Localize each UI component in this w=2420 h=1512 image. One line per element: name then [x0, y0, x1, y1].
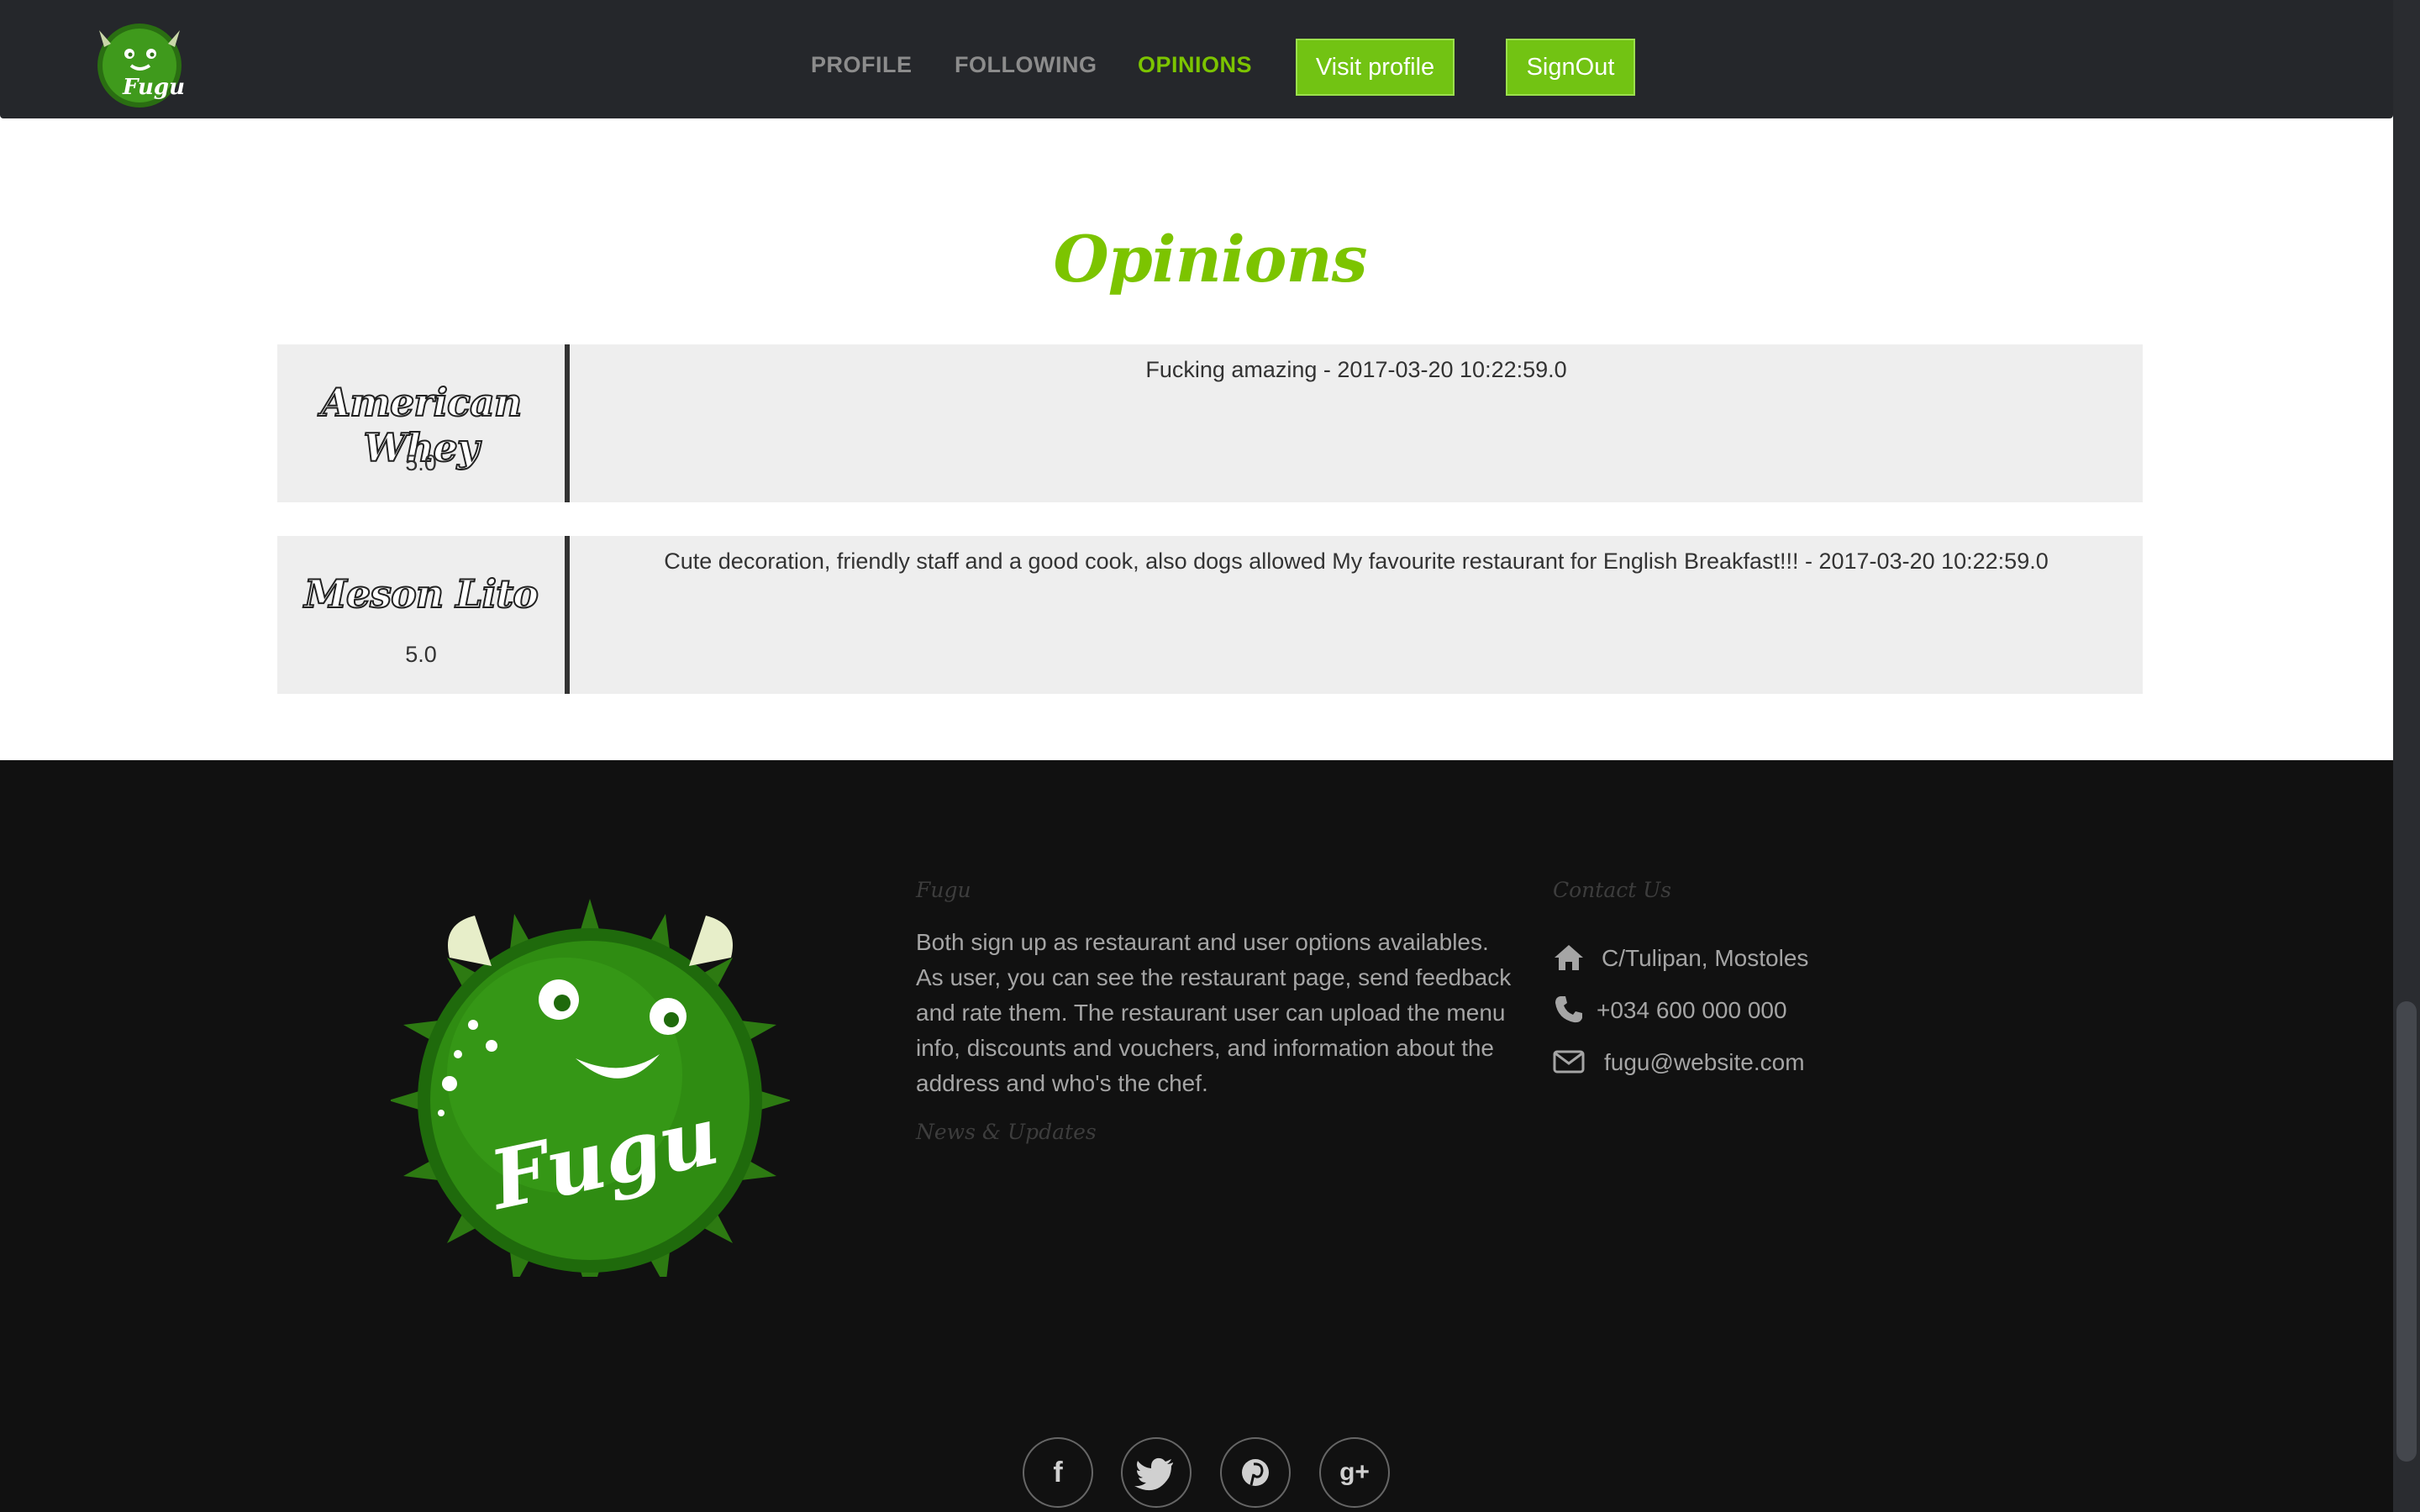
opinion-restaurant-panel: Meson Lito 5.0 — [277, 536, 570, 694]
footer-about-title: Fugu — [916, 878, 971, 902]
opinion-rating: 5.0 — [405, 450, 437, 475]
twitter-button[interactable] — [1121, 1437, 1192, 1508]
facebook-icon: f — [1053, 1457, 1063, 1488]
opinion-card: American Whey 5.0 Fucking amazing - 2017… — [277, 344, 2143, 502]
pinterest-icon — [1242, 1459, 1269, 1486]
top-navbar: Fugu PROFILE FOLLOWING OPINIONS Visit pr… — [0, 0, 2393, 118]
nav-link-following[interactable]: FOLLOWING — [955, 52, 1097, 78]
footer: Fugu Fugu Both sign up as restaurant and… — [0, 760, 2393, 1512]
opinion-rating: 5.0 — [405, 642, 437, 667]
google-plus-icon: g+ — [1339, 1458, 1370, 1486]
footer-about-text: Both sign up as restaurant and user opti… — [916, 929, 1512, 1096]
facebook-button[interactable]: f — [1023, 1437, 1093, 1508]
logo-wordmark: Fugu — [122, 75, 185, 100]
opinion-restaurant-name[interactable]: Meson Lito — [277, 570, 565, 617]
fugu-logo-icon[interactable]: Fugu — [84, 7, 198, 113]
contact-email-text[interactable]: fugu@website.com — [1604, 1049, 1805, 1076]
twitter-icon — [1134, 1457, 1173, 1491]
home-icon — [1555, 945, 1583, 970]
visit-profile-button[interactable]: Visit profile — [1296, 39, 1455, 96]
contact-phone-text: +034 600 000 000 — [1597, 997, 1787, 1023]
signout-button[interactable]: SignOut — [1506, 39, 1635, 96]
nav-link-opinions[interactable]: OPINIONS — [1138, 52, 1252, 78]
footer-contact-title: Contact Us — [1553, 878, 1672, 902]
pinterest-button[interactable] — [1220, 1437, 1291, 1508]
nav-link-profile[interactable]: PROFILE — [811, 52, 913, 78]
scrollbar-thumb[interactable] — [2396, 1001, 2417, 1462]
fugu-mascot-logo-icon: Fugu — [391, 899, 790, 1277]
contact-address-text: C/Tulipan, Mostoles — [1602, 945, 1809, 971]
opinion-text: Cute decoration, friendly staff and a go… — [664, 549, 2049, 574]
envelope-icon — [1553, 1050, 1585, 1074]
opinion-text: Fucking amazing - 2017-03-20 10:22:59.0 — [1145, 357, 1567, 382]
scrollbar[interactable] — [2393, 0, 2420, 1512]
footer-news-title: News & Updates — [916, 1120, 1097, 1144]
phone-icon — [1555, 996, 1582, 1023]
page-title: Opinions — [1053, 222, 1367, 297]
opinion-card: Meson Lito 5.0 Cute decoration, friendly… — [277, 536, 2143, 694]
opinion-restaurant-panel: American Whey 5.0 — [277, 344, 570, 502]
google-plus-button[interactable]: g+ — [1319, 1437, 1390, 1508]
